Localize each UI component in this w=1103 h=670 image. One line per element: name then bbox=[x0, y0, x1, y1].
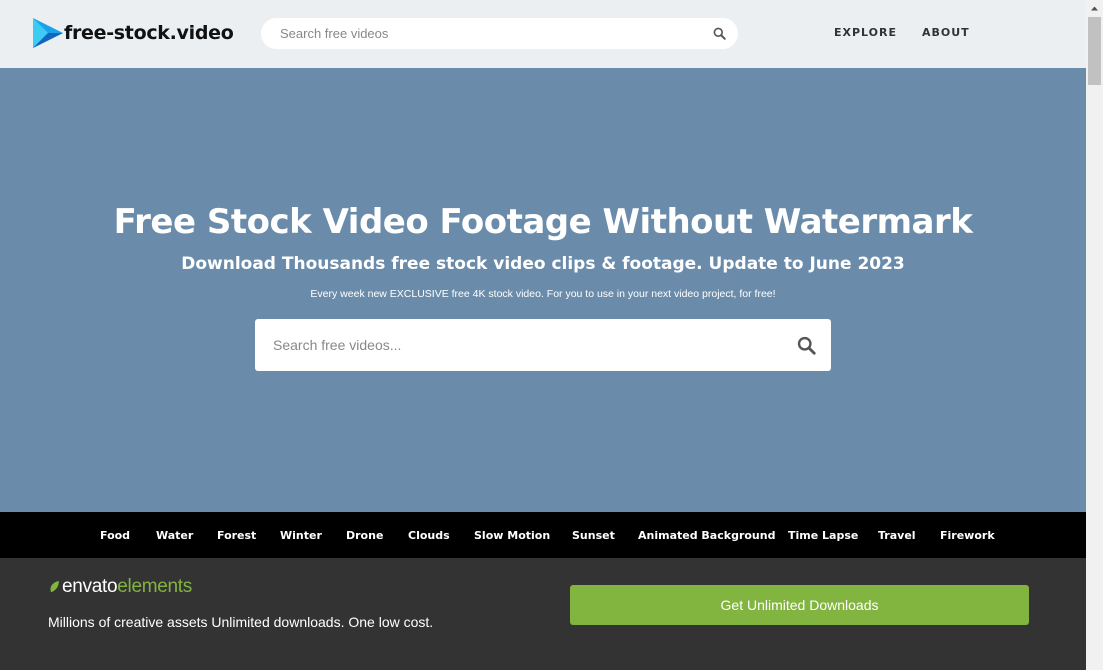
hero-search-box bbox=[255, 319, 831, 371]
get-unlimited-downloads-button[interactable]: Get Unlimited Downloads bbox=[570, 585, 1029, 625]
logo-text: free-stock.video bbox=[64, 22, 234, 44]
envato-promo: envato elements Millions of creative asse… bbox=[0, 558, 1086, 670]
promo-text: Millions of creative assets Unlimited do… bbox=[48, 614, 434, 630]
hero-subtitle: Download Thousands free stock video clip… bbox=[181, 254, 905, 274]
category-sunset[interactable]: Sunset bbox=[572, 529, 615, 542]
search-icon[interactable] bbox=[797, 336, 816, 355]
category-firework[interactable]: Firework bbox=[940, 529, 995, 542]
nav-about[interactable]: ABOUT bbox=[922, 26, 970, 39]
site-header: free-stock.video EXPLORE ABOUT bbox=[0, 0, 1086, 68]
search-icon[interactable] bbox=[713, 27, 726, 40]
category-winter[interactable]: Winter bbox=[280, 529, 322, 542]
category-food[interactable]: Food bbox=[100, 529, 130, 542]
nav-explore[interactable]: EXPLORE bbox=[834, 26, 897, 39]
scroll-up-arrow-icon[interactable] bbox=[1086, 0, 1103, 17]
scrollbar-thumb[interactable] bbox=[1088, 17, 1101, 85]
site-logo[interactable]: free-stock.video bbox=[32, 17, 234, 49]
play-logo-icon bbox=[33, 18, 63, 48]
header-search-input[interactable] bbox=[280, 18, 700, 49]
vertical-scrollbar[interactable] bbox=[1086, 0, 1103, 670]
category-bar: Food Water Forest Winter Drone Clouds Sl… bbox=[0, 512, 1086, 558]
category-water[interactable]: Water bbox=[156, 529, 193, 542]
category-slow-motion[interactable]: Slow Motion bbox=[474, 529, 550, 542]
header-search-box bbox=[261, 18, 738, 49]
hero-search-input[interactable] bbox=[273, 319, 773, 371]
hero-tagline: Every week new EXCLUSIVE free 4K stock v… bbox=[310, 288, 776, 300]
category-travel[interactable]: Travel bbox=[878, 529, 916, 542]
envato-brand-suffix: elements bbox=[117, 576, 192, 597]
page: free-stock.video EXPLORE ABOUT Free Stoc… bbox=[0, 0, 1086, 670]
category-clouds[interactable]: Clouds bbox=[408, 529, 450, 542]
category-animated-background[interactable]: Animated Background bbox=[638, 529, 775, 542]
leaf-icon bbox=[50, 580, 59, 593]
category-drone[interactable]: Drone bbox=[346, 529, 383, 542]
category-time-lapse[interactable]: Time Lapse bbox=[788, 529, 858, 542]
envato-elements-logo[interactable]: envato elements bbox=[48, 576, 192, 598]
hero-title: Free Stock Video Footage Without Waterma… bbox=[113, 202, 973, 242]
hero-section: Free Stock Video Footage Without Waterma… bbox=[0, 68, 1086, 512]
envato-brand-name: envato bbox=[62, 576, 118, 597]
category-forest[interactable]: Forest bbox=[217, 529, 256, 542]
